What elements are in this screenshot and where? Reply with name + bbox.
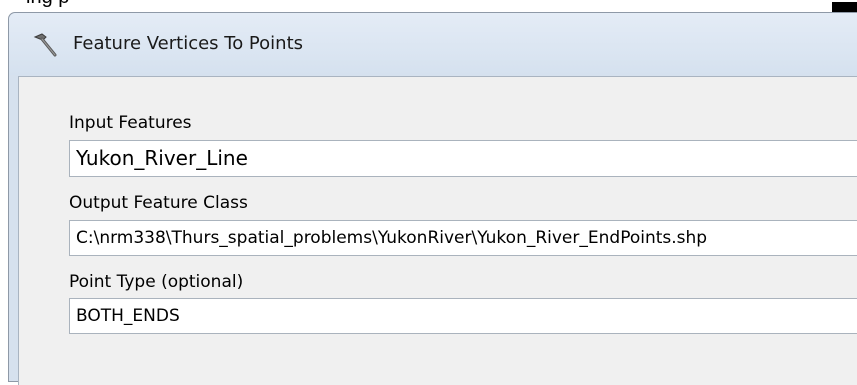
background-document-text: ing p [26,0,69,9]
output-feature-class-field[interactable]: C:\nrm338\Thurs_spatial_problems\YukonRi… [69,220,857,256]
point-type-field[interactable]: BOTH_ENDS [69,298,857,334]
point-type-label: Point Type (optional) [69,272,244,292]
input-features-label: Input Features [69,113,192,133]
dialog-content-panel: Input Features Yukon_River_Line Output F… [18,76,857,385]
output-feature-class-label: Output Feature Class [69,193,248,213]
window-title: Feature Vertices To Points [73,33,304,54]
tool-dialog-window: Feature Vertices To Points Input Feature… [8,12,857,385]
input-features-field[interactable]: Yukon_River_Line [69,140,857,177]
title-bar[interactable]: Feature Vertices To Points [9,13,857,75]
hammer-icon [33,33,57,57]
